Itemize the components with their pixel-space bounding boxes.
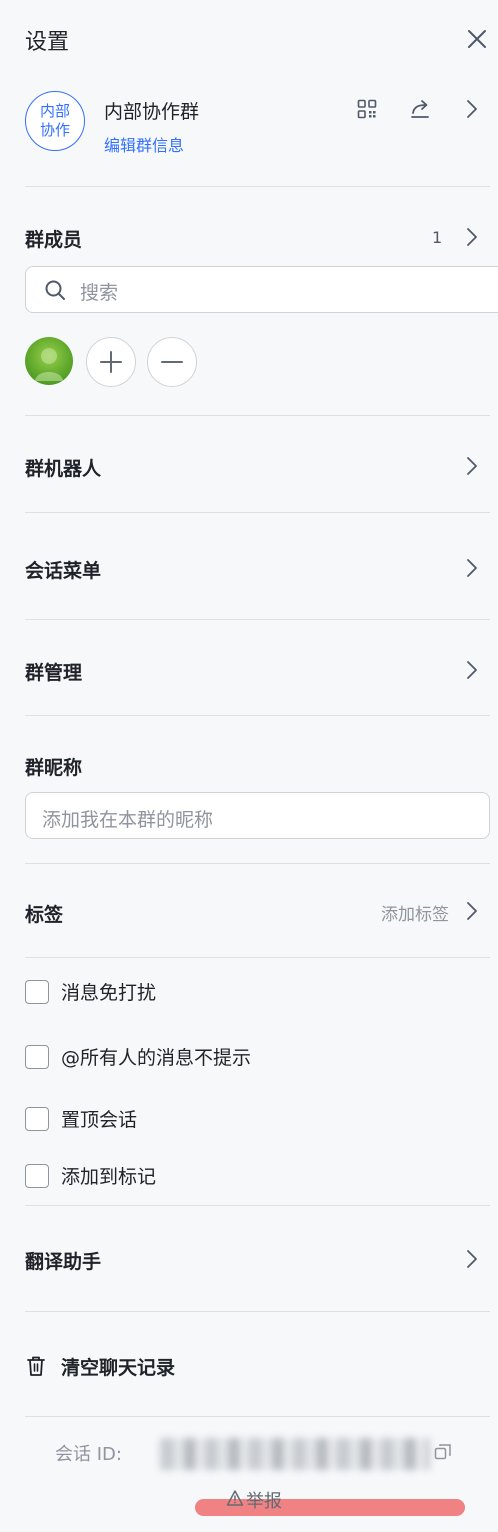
bots-title: 群机器人: [25, 458, 102, 480]
members-chevron-right-icon[interactable]: [466, 227, 478, 247]
checkbox[interactable]: [25, 1164, 49, 1188]
qr-code-icon[interactable]: [357, 99, 377, 119]
group-manage-title: 群管理: [25, 662, 83, 684]
group-avatar-text: 内部协作: [39, 102, 70, 139]
copy-icon[interactable]: [434, 1443, 452, 1461]
search-icon: [45, 280, 65, 300]
checkbox[interactable]: [25, 1045, 49, 1069]
warning-icon: [226, 1490, 244, 1506]
member-avatar[interactable]: [25, 337, 73, 385]
clear-history-label: 清空聊天记录: [61, 1357, 176, 1379]
option-label: @所有人的消息不提示: [61, 1047, 252, 1069]
share-icon[interactable]: [409, 98, 431, 120]
nickname-input[interactable]: 添加我在本群的昵称: [25, 792, 490, 839]
bots-chevron-right-icon: [467, 457, 477, 475]
add-member-button[interactable]: [86, 337, 136, 387]
plus-icon: [100, 351, 122, 373]
option-label: 置顶会话: [61, 1109, 138, 1131]
members-title: 群成员: [25, 229, 83, 251]
tags-chevron-right-icon[interactable]: [466, 901, 478, 921]
page-title: 设置: [25, 30, 70, 55]
group-manage-chevron-right-icon: [467, 661, 477, 679]
minus-icon: [161, 361, 183, 363]
session-id-label: 会话 ID:: [55, 1444, 122, 1465]
divider: [25, 186, 490, 187]
add-tag-link[interactable]: 添加标签: [381, 900, 449, 925]
nickname-title: 群昵称: [25, 757, 83, 779]
member-search-input[interactable]: 搜索: [25, 266, 498, 313]
close-icon[interactable]: [466, 28, 488, 50]
remove-member-button[interactable]: [147, 337, 197, 387]
members-count: 1: [432, 228, 443, 247]
divider: [25, 1311, 490, 1312]
option-label: 添加到标记: [61, 1166, 157, 1188]
group-detail-chevron-right-icon[interactable]: [466, 99, 478, 119]
report-label: 举报: [246, 1491, 282, 1512]
edit-group-info-link[interactable]: 编辑群信息: [104, 132, 184, 156]
checkbox[interactable]: [25, 1107, 49, 1131]
divider: [25, 957, 490, 958]
session-menu-title: 会话菜单: [25, 560, 102, 582]
session-menu-chevron-right-icon: [467, 559, 477, 577]
group-avatar[interactable]: 内部协作: [25, 91, 85, 151]
divider: [25, 715, 490, 716]
translate-assistant-title: 翻译助手: [25, 1251, 102, 1273]
translate-chevron-right-icon: [467, 1250, 477, 1268]
divider: [25, 863, 490, 864]
session-id-value-redacted: [160, 1438, 430, 1470]
search-placeholder: 搜索: [80, 282, 119, 304]
trash-icon: [27, 1356, 45, 1376]
nickname-placeholder: 添加我在本群的昵称: [42, 809, 214, 831]
checkbox[interactable]: [25, 980, 49, 1004]
divider: [25, 1416, 490, 1417]
user-silhouette-icon: [35, 348, 63, 381]
tags-title: 标签: [25, 904, 64, 926]
group-name: 内部协作群: [104, 101, 200, 123]
option-label: 消息免打扰: [61, 982, 157, 1004]
